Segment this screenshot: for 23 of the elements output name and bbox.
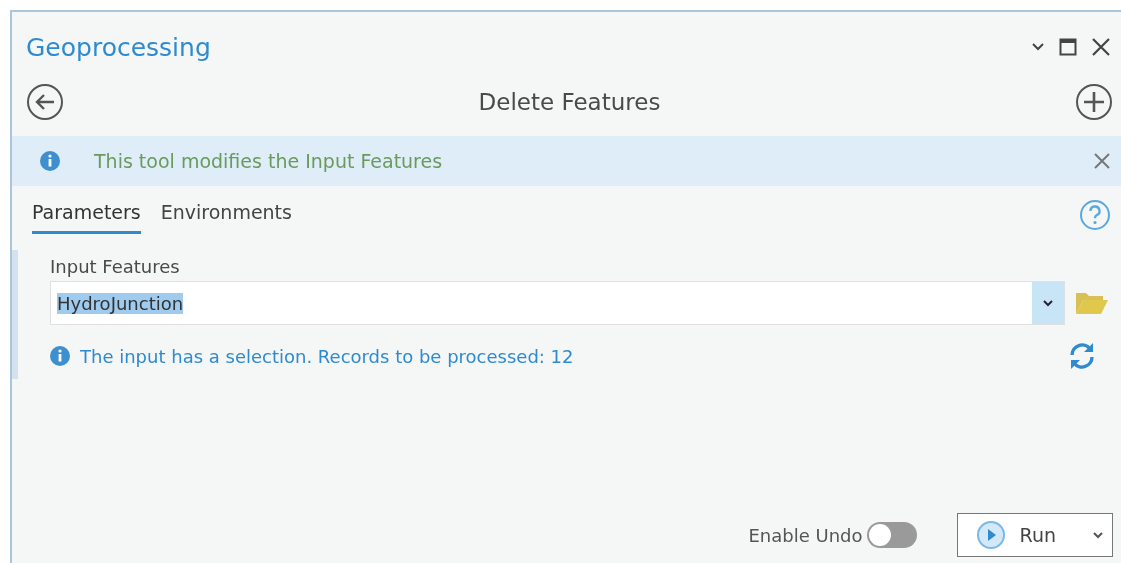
close-icon[interactable]	[1091, 37, 1111, 57]
chevron-icon[interactable]	[1031, 42, 1045, 52]
tab[interactable]: Environments	[160, 196, 292, 234]
input-features-field[interactable]: HydroJunction	[50, 281, 1065, 325]
parameter-label: Input Features	[50, 256, 181, 277]
banner-message: This tool modifies the Input Features	[94, 150, 444, 172]
undo-label: Enable Undo	[748, 524, 863, 546]
help-icon[interactable]	[1079, 199, 1111, 231]
info-icon	[40, 151, 60, 171]
pane-title: Geoprocessing	[26, 32, 212, 62]
maximize-icon[interactable]	[1059, 38, 1077, 56]
caret-icon	[1092, 531, 1104, 539]
run-button[interactable]: Run	[956, 513, 1113, 557]
tab[interactable]: Parameters	[32, 196, 141, 234]
add-icon[interactable]	[1075, 83, 1113, 121]
tool-title: Delete Features	[477, 89, 662, 115]
info-icon	[50, 346, 70, 366]
undo-toggle[interactable]	[866, 522, 917, 548]
close-icon[interactable]	[1093, 152, 1111, 170]
validation-message: The input has a selection. Records to be processed: 12	[80, 345, 575, 367]
back-icon[interactable]	[26, 83, 64, 121]
refresh-icon[interactable]	[1067, 341, 1097, 371]
play-icon	[975, 520, 1006, 550]
